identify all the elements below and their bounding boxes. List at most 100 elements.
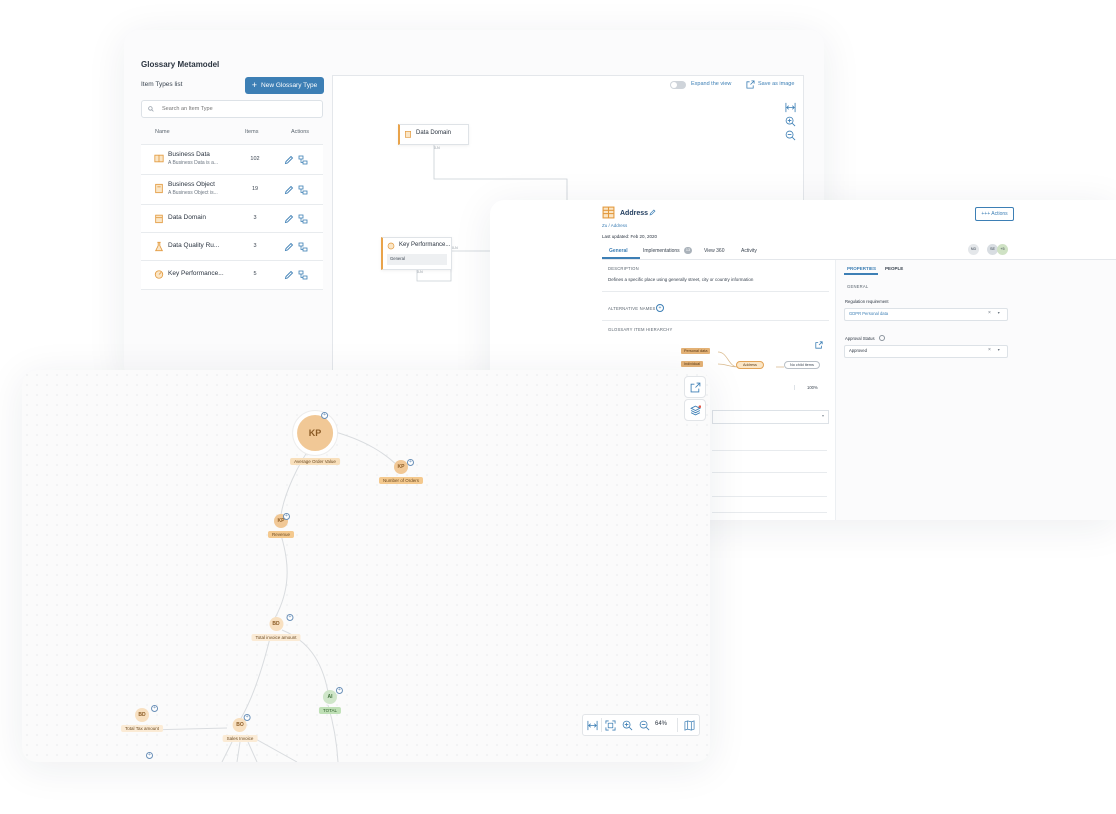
tab-properties[interactable]: PROPERTIES	[847, 266, 876, 271]
actions-button[interactable]: +++ Actions	[975, 207, 1014, 221]
description-text: Defines a specific place using generally…	[608, 277, 754, 282]
add-alternative-name-button[interactable]: +	[656, 304, 664, 312]
map-button[interactable]	[682, 718, 696, 732]
graph-node-average-order-value[interactable]: KP Average Order Value +	[290, 411, 340, 465]
table-row[interactable]: Data Quality Ru... 3	[141, 232, 323, 261]
expand-node-icon[interactable]: +	[282, 513, 290, 520]
search-input[interactable]	[160, 105, 314, 113]
zoom-in-button[interactable]	[620, 718, 634, 732]
row-name: Data Domain	[168, 214, 206, 221]
row-name: Business Data	[168, 151, 210, 158]
expand-node-icon[interactable]: +	[321, 412, 329, 419]
node-section-label: General	[390, 256, 405, 261]
graph-node-total-invoice-amount[interactable]: BD Total invoice amount +	[251, 614, 301, 641]
select-field[interactable]: ▾	[712, 410, 829, 424]
column-header-actions: Actions	[291, 129, 310, 135]
hierarchy-icon[interactable]	[298, 270, 308, 280]
graph-node-avatar: KP	[393, 460, 408, 474]
hierarchy-node-current[interactable]: Address	[736, 361, 764, 369]
divider	[712, 512, 827, 513]
lineage-graph-panel[interactable]: KP Average Order Value + KP Number of Or…	[22, 370, 710, 762]
table-row[interactable]: Data Domain 3	[141, 204, 323, 233]
hierarchy-icon[interactable]	[298, 242, 308, 252]
layers-icon	[689, 404, 701, 415]
zoom-out-button[interactable]	[637, 718, 651, 732]
hierarchy-node[interactable]: Individual	[681, 361, 704, 367]
implementations-count-badge: 13	[684, 247, 692, 254]
node-section: General	[387, 254, 447, 265]
graph-node-total[interactable]: AI TOTAL +	[318, 687, 343, 714]
alternative-names-label: ALTERNATIVE NAMES	[608, 306, 656, 311]
tab-people[interactable]: PEOPLE	[885, 266, 903, 271]
tab-implementations[interactable]: Implementations	[643, 248, 680, 254]
chevron-down-icon[interactable]: ▾	[822, 413, 824, 418]
expand-node-icon[interactable]: +	[146, 752, 153, 759]
fit-width-icon	[587, 720, 597, 730]
avatar-more[interactable]: +5	[997, 244, 1008, 255]
new-glossary-type-label: New Glossary Type	[261, 82, 318, 89]
graph-node-total-tax-amount[interactable]: BD Total Tax amount +	[121, 705, 163, 732]
edit-icon[interactable]	[284, 185, 294, 195]
column-header-items: Items	[245, 129, 259, 135]
table-row[interactable]: Business Data A Business Data is a... 10…	[141, 144, 323, 175]
hierarchy-node[interactable]: Personal data	[681, 348, 711, 354]
row-count: 5	[253, 271, 257, 277]
map-icon	[684, 719, 694, 731]
regulation-field[interactable]: GDPR Personal data × ▼	[844, 308, 1008, 321]
graph-node-label: Total Tax amount	[121, 725, 163, 732]
graph-node-revenue[interactable]: KP Revenue +	[267, 513, 295, 538]
graph-node-avatar: AI	[323, 690, 337, 704]
hierarchy-icon[interactable]	[298, 214, 308, 224]
building-icon	[155, 214, 163, 224]
row-name: Data Quality Ru...	[168, 242, 220, 249]
graph-edges	[146, 429, 401, 762]
fit-screen-button[interactable]	[603, 718, 617, 732]
edit-icon[interactable]	[284, 155, 294, 165]
expand-node-icon[interactable]: +	[406, 459, 414, 466]
hierarchy-icon[interactable]	[298, 155, 308, 165]
row-name: Key Performance...	[168, 270, 224, 277]
row-count: 102	[250, 156, 260, 162]
avatar[interactable]: ND	[968, 244, 979, 255]
expand-node-icon[interactable]: +	[243, 714, 251, 721]
approval-status-field[interactable]: Approved × ▼	[844, 345, 1008, 358]
zoom-out-icon	[639, 720, 649, 730]
fit-width-button[interactable]	[585, 718, 599, 732]
export-button[interactable]	[684, 376, 706, 398]
divider	[602, 320, 829, 321]
row-description: A Business Object is...	[168, 190, 218, 196]
chevron-down-icon[interactable]: ▼	[997, 311, 1000, 315]
last-updated: Last updated: Feb 20, 2020	[602, 234, 658, 239]
graph-node-number-of-orders[interactable]: KP Number of Orders +	[378, 459, 424, 484]
metamodel-node-kpi[interactable]: Key Performance... General	[381, 237, 452, 270]
tab-activity[interactable]: Activity	[741, 248, 757, 254]
tab-general[interactable]: General	[609, 248, 628, 254]
expand-node-icon[interactable]: +	[151, 705, 159, 712]
clear-icon[interactable]: ×	[988, 347, 991, 353]
approval-label: Approval Status	[845, 336, 875, 341]
chevron-down-icon[interactable]: ▼	[997, 348, 1000, 352]
edit-icon[interactable]	[649, 209, 656, 216]
tab-view-360[interactable]: View 360	[704, 248, 724, 254]
cardinality-label: 0-N	[452, 246, 458, 250]
expand-node-icon[interactable]: +	[335, 687, 343, 694]
search-item-type[interactable]	[141, 100, 323, 118]
field-row	[712, 476, 827, 497]
edit-icon[interactable]	[284, 242, 294, 252]
clear-icon[interactable]: ×	[988, 310, 991, 316]
graph-node-label: Average Order Value	[290, 458, 340, 465]
layers-button[interactable]	[684, 399, 706, 421]
expand-node-icon[interactable]: +	[286, 614, 294, 621]
item-types-table: Name Items Actions Business Data A Busin…	[141, 124, 323, 290]
edit-icon[interactable]	[284, 214, 294, 224]
divider	[602, 291, 829, 292]
table-row[interactable]: Key Performance... 5	[141, 260, 323, 290]
description-label: DESCRIPTION	[608, 266, 639, 271]
breadcrumb[interactable]: Zu / Address	[602, 223, 627, 228]
graph-node-sales-invoice[interactable]: BO Sales Invoice +	[222, 714, 258, 742]
table-row[interactable]: Business Object A Business Object is... …	[141, 174, 323, 205]
hierarchy-icon[interactable]	[298, 185, 308, 195]
new-glossary-type-button[interactable]: + New Glossary Type	[245, 77, 324, 94]
edit-icon[interactable]	[284, 270, 294, 280]
metamodel-node-data-domain[interactable]: Data Domain	[398, 124, 469, 145]
